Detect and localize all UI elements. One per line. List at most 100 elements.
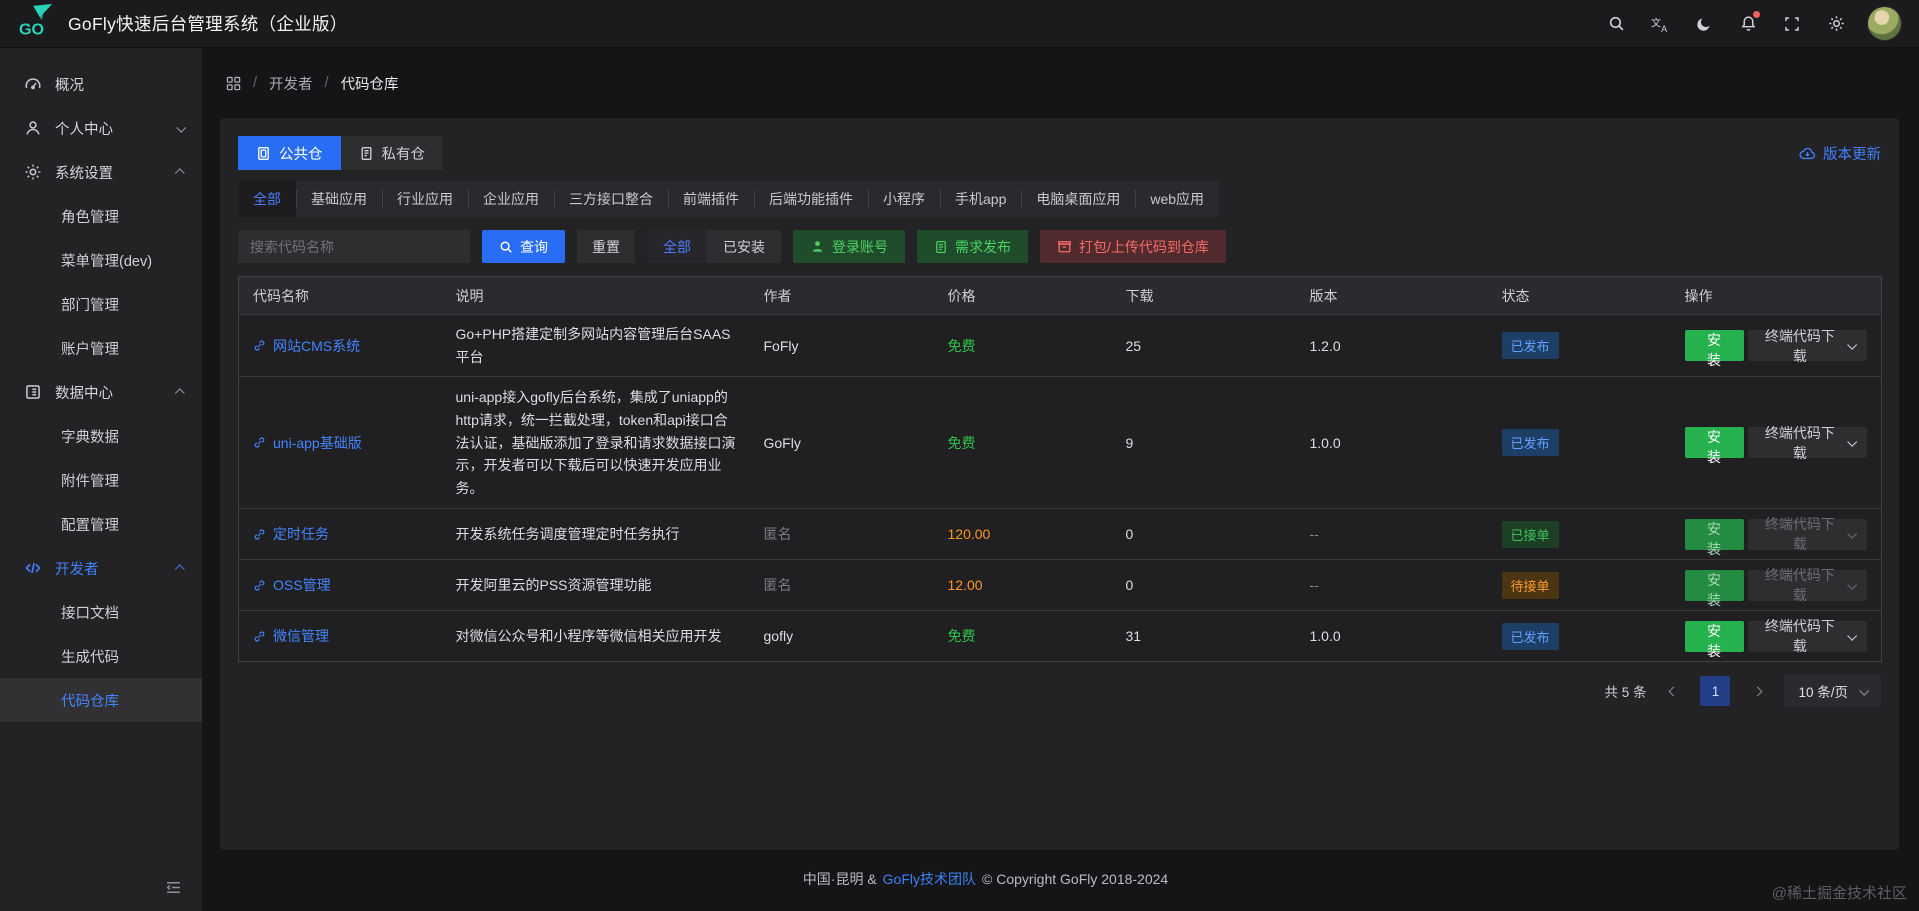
upload-code-button[interactable]: 打包/上传代码到仓库 (1040, 230, 1226, 263)
brand: GO GoFly快速后台管理系统（企业版） (18, 3, 348, 44)
col-status: 状态 (1487, 276, 1671, 315)
code-description: Go+PHP搭建定制多网站内容管理后台SAAS平台 (441, 313, 750, 377)
notification-icon[interactable] (1730, 6, 1766, 42)
sidebar-item-label: 概况 (55, 77, 84, 94)
code-description: 对微信公众号和小程序等微信相关应用开发 (441, 610, 750, 662)
sidebar-item-data-center[interactable]: 数据中心 (0, 370, 202, 414)
watermark: @稀土掘金技术社区 (1771, 885, 1907, 902)
sidebar-item-account-management[interactable]: 账户管理 (0, 326, 202, 370)
chevron-down-icon (1859, 685, 1870, 696)
code-author: 匿名 (749, 559, 934, 611)
sidebar-item-api-docs[interactable]: 接口文档 (0, 590, 202, 634)
sidebar-item-menu-management[interactable]: 菜单管理(dev) (0, 238, 202, 282)
install-button[interactable]: 安装 (1684, 427, 1744, 465)
link-icon (254, 631, 265, 642)
translate-icon[interactable]: 文A (1642, 6, 1678, 42)
category-mini-program[interactable]: 小程序 (868, 181, 940, 217)
footer-team-link[interactable]: GoFly技术团队 (883, 869, 976, 889)
prev-page-button[interactable] (1660, 676, 1686, 706)
filter-installed-button[interactable]: 已安装 (707, 230, 781, 263)
next-page-button[interactable] (1744, 676, 1770, 706)
filter-all-button[interactable]: 全部 (647, 230, 707, 263)
tab-private-repo[interactable]: 私有仓 (340, 136, 443, 170)
code-name-link[interactable]: 微信管理 (253, 626, 428, 646)
settings-icon[interactable] (1818, 6, 1854, 42)
sidebar-item-developer[interactable]: 开发者 (0, 546, 202, 590)
page-number-button[interactable]: 1 (1700, 676, 1731, 707)
col-description: 说明 (441, 276, 750, 315)
svg-text:A: A (1661, 23, 1667, 32)
pagination-total: 共 5 条 (1604, 685, 1647, 701)
category-enterprise-apps[interactable]: 企业应用 (468, 181, 554, 217)
code-version: 1.2.0 (1295, 313, 1488, 377)
sidebar-item-attachment-management[interactable]: 附件管理 (0, 458, 202, 502)
sidebar-collapse-icon[interactable] (165, 879, 182, 901)
code-repo-table: 代码名称 说明 作者 价格 下载 版本 状态 操作 网站CMS系统 Go+PHP… (238, 276, 1882, 663)
category-backend-plugins[interactable]: 后端功能插件 (754, 181, 868, 217)
user-avatar[interactable] (1868, 7, 1901, 40)
reset-button[interactable]: 重置 (577, 230, 635, 263)
col-version: 版本 (1295, 276, 1488, 315)
category-industry-apps[interactable]: 行业应用 (382, 181, 468, 217)
install-button[interactable]: 安装 (1684, 620, 1744, 659)
apps-grid-icon[interactable] (226, 76, 241, 91)
sidebar-item-personal-center[interactable]: 个人中心 (0, 106, 202, 150)
terminal-download-button[interactable]: 终端代码下载 (1747, 328, 1867, 364)
fullscreen-icon[interactable] (1774, 6, 1810, 42)
app-title: GoFly快速后台管理系统（企业版） (68, 14, 348, 34)
notification-badge-dot (1753, 10, 1760, 18)
sidebar-item-system-settings[interactable]: 系统设置 (0, 150, 202, 194)
dark-mode-icon[interactable] (1686, 6, 1722, 42)
code-name-link[interactable]: uni-app基础版 (253, 433, 428, 453)
terminal-download-button[interactable]: 终端代码下载 (1747, 425, 1867, 461)
category-mobile-app[interactable]: 手机app (940, 181, 1021, 217)
sidebar-item-department-management[interactable]: 部门管理 (0, 282, 202, 326)
sidebar-item-overview[interactable]: 概况 (0, 62, 202, 106)
category-frontend-plugins[interactable]: 前端插件 (668, 181, 754, 217)
category-third-party-integration[interactable]: 三方接口整合 (554, 181, 668, 217)
code-name-link[interactable]: 定时任务 (253, 524, 428, 544)
code-name-link[interactable]: 网站CMS系统 (253, 336, 428, 356)
col-actions: 操作 (1670, 276, 1882, 315)
code-price: 120.00 (947, 526, 991, 543)
code-description: 开发阿里云的PSS资源管理功能 (441, 559, 750, 611)
search-icon[interactable] (1598, 6, 1634, 42)
category-all[interactable]: 全部 (238, 181, 296, 217)
code-name-link[interactable]: OSS管理 (253, 575, 428, 595)
search-input[interactable] (238, 230, 470, 263)
terminal-download-button: 终端代码下载 (1747, 516, 1867, 552)
search-icon (500, 241, 512, 253)
page-size-select[interactable]: 10 条/页 (1784, 675, 1881, 708)
sidebar-item-dictionary-data[interactable]: 字典数据 (0, 414, 202, 458)
pagination: 共 5 条 1 10 条/页 (238, 675, 1881, 708)
user-icon (812, 241, 823, 252)
tab-public-repo[interactable]: 公共仓 (238, 136, 341, 170)
status-badge: 已发布 (1501, 622, 1559, 650)
sidebar-item-label: 开发者 (55, 561, 99, 578)
sidebar-item-code-repository[interactable]: 代码仓库 (0, 678, 202, 722)
link-icon (254, 529, 265, 540)
sidebar-item-role-management[interactable]: 角色管理 (0, 194, 202, 238)
sidebar-item-code-generation[interactable]: 生成代码 (0, 634, 202, 678)
code-description: 开发系统任务调度管理定时任务执行 (441, 508, 750, 560)
status-badge: 已发布 (1501, 332, 1559, 360)
query-button[interactable]: 查询 (482, 230, 565, 263)
category-web-app[interactable]: web应用 (1135, 181, 1219, 217)
cloud-update-icon (1799, 147, 1816, 159)
category-desktop-app[interactable]: 电脑桌面应用 (1021, 181, 1135, 217)
breadcrumb-section[interactable]: 开发者 (269, 73, 313, 94)
login-account-button[interactable]: 登录账号 (793, 230, 905, 263)
publish-request-button[interactable]: 需求发布 (917, 230, 1028, 263)
category-basic-apps[interactable]: 基础应用 (296, 181, 382, 217)
version-update-link[interactable]: 版本更新 (1799, 143, 1881, 164)
sidebar-item-config-management[interactable]: 配置管理 (0, 502, 202, 546)
code-downloads: 25 (1111, 313, 1296, 377)
link-icon (254, 437, 265, 448)
code-version: 1.0.0 (1295, 376, 1488, 509)
terminal-download-button[interactable]: 终端代码下载 (1747, 618, 1867, 654)
chevron-up-icon (174, 560, 185, 576)
code-downloads: 31 (1111, 610, 1296, 662)
sidebar-item-label: 数据中心 (55, 385, 113, 402)
status-badge: 已发布 (1501, 429, 1559, 457)
install-button[interactable]: 安装 (1684, 330, 1744, 368)
